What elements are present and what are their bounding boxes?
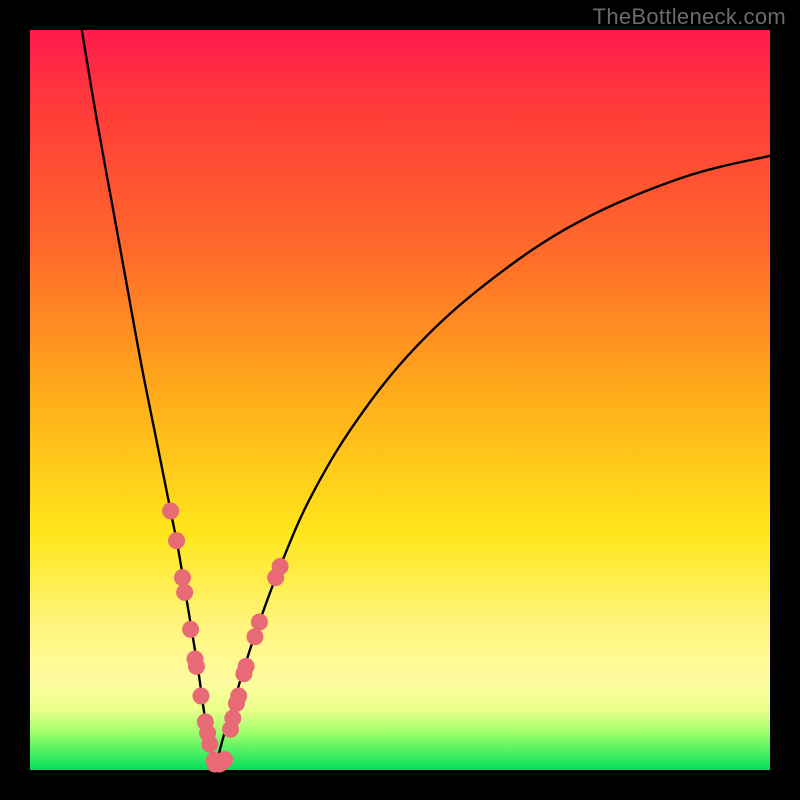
scatter-group bbox=[162, 503, 289, 773]
scatter-point bbox=[230, 688, 247, 705]
scatter-point bbox=[182, 621, 199, 638]
scatter-point bbox=[272, 558, 289, 575]
scatter-point bbox=[246, 628, 263, 645]
scatter-point bbox=[192, 688, 209, 705]
curve-group bbox=[82, 30, 770, 770]
scatter-point bbox=[238, 658, 255, 675]
chart-frame: TheBottleneck.com bbox=[0, 0, 800, 800]
scatter-point bbox=[168, 532, 185, 549]
plot-area bbox=[30, 30, 770, 770]
scatter-point bbox=[216, 751, 233, 768]
curve-right bbox=[215, 156, 770, 770]
scatter-point bbox=[176, 584, 193, 601]
scatter-point bbox=[201, 736, 218, 753]
scatter-point bbox=[162, 503, 179, 520]
scatter-point bbox=[251, 614, 268, 631]
scatter-point bbox=[188, 658, 205, 675]
scatter-point bbox=[174, 569, 191, 586]
scatter-point bbox=[224, 710, 241, 727]
chart-svg bbox=[30, 30, 770, 770]
watermark-text: TheBottleneck.com bbox=[593, 4, 786, 30]
